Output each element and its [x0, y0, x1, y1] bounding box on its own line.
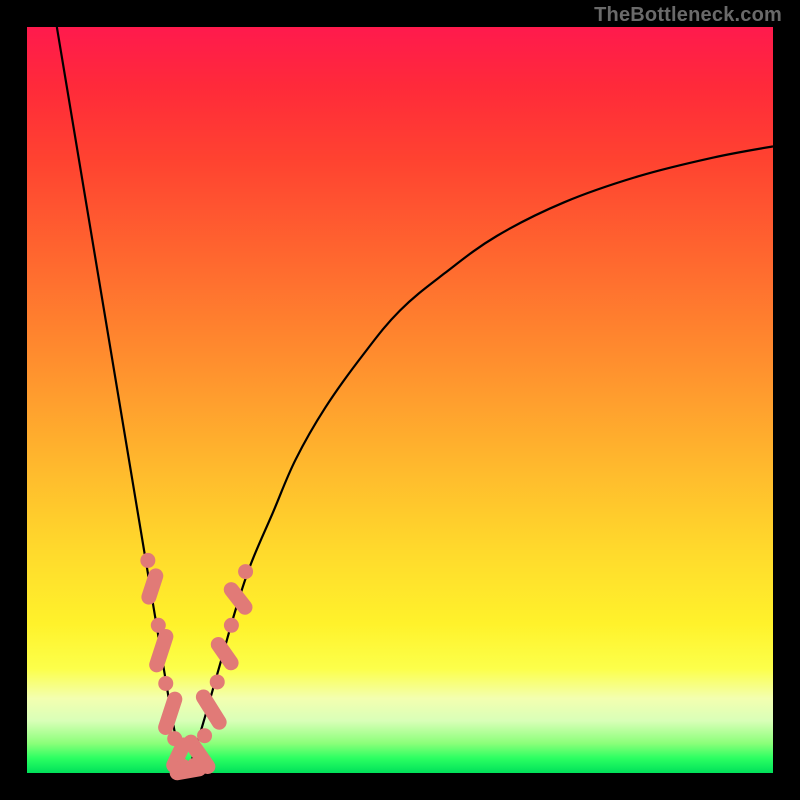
- attribution-watermark: TheBottleneck.com: [594, 4, 782, 27]
- marker-dot: [140, 553, 155, 568]
- chart-frame: TheBottleneck.com: [0, 0, 800, 800]
- marker-dot: [210, 674, 225, 689]
- marker-group: [139, 553, 255, 781]
- marker-capsule: [156, 690, 184, 737]
- marker-capsule: [221, 579, 256, 618]
- curve-right-branch: [187, 146, 773, 773]
- marker-capsule: [147, 627, 175, 674]
- marker-dot: [224, 618, 239, 633]
- marker-dot: [238, 564, 253, 579]
- marker-dot: [197, 728, 212, 743]
- marker-capsule: [208, 634, 242, 673]
- marker-dot: [158, 676, 173, 691]
- chart-svg: [27, 27, 773, 773]
- curve-left-branch: [57, 27, 188, 773]
- marker-capsule: [139, 566, 165, 606]
